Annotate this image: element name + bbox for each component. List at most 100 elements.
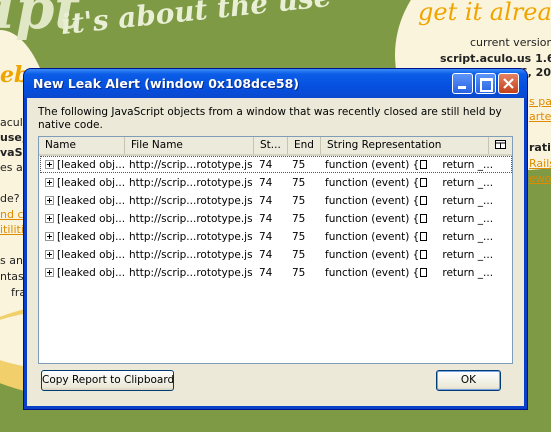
dialog-title: New Leak Alert (window 0x108dce58) bbox=[33, 76, 299, 91]
tree-row[interactable]: [leaked obj... http://scrip...rototype.js… bbox=[39, 192, 512, 210]
plus-box-icon[interactable] bbox=[45, 214, 54, 223]
bg-right-link[interactable]: s pag bbox=[529, 95, 551, 108]
control-char-box-icon bbox=[420, 196, 428, 205]
plus-box-icon[interactable] bbox=[45, 232, 54, 241]
tree-row[interactable]: [leaked obj... http://scrip...rototype.js… bbox=[39, 174, 512, 192]
plus-box-icon[interactable] bbox=[45, 160, 54, 169]
column-header-start[interactable]: St... bbox=[254, 137, 288, 154]
row-string-representation: function (event) { return _... bbox=[325, 210, 493, 228]
bg-right-text: ration bbox=[529, 141, 551, 154]
row-end-line: 75 bbox=[292, 231, 306, 243]
repr-text: function (event) { bbox=[325, 249, 420, 261]
control-char-box-icon bbox=[420, 232, 428, 241]
leak-alert-dialog: New Leak Alert (window 0x108dce58) The f… bbox=[24, 69, 527, 409]
repr-text: return _... bbox=[442, 231, 494, 243]
row-start-line: 74 bbox=[259, 195, 273, 207]
control-char-box-icon bbox=[420, 178, 428, 187]
row-name: [leaked obj... bbox=[57, 267, 126, 279]
tree-row[interactable]: [leaked obj... http://scrip...rototype.js… bbox=[39, 246, 512, 264]
row-name: [leaked obj... bbox=[57, 231, 126, 243]
row-file-name: http://scrip...rototype.js bbox=[129, 267, 253, 279]
row-string-representation: function (event) { return _... bbox=[325, 228, 493, 246]
bg-tagline: it's about the use bbox=[59, 0, 333, 42]
dialog-body: The following JavaScript objects from a … bbox=[27, 98, 524, 406]
row-string-representation: function (event) {return _... bbox=[325, 156, 493, 174]
row-name: [leaked obj... bbox=[57, 159, 126, 171]
tree-row[interactable]: [leaked obj... http://scrip...rototype.js… bbox=[39, 156, 512, 174]
row-string-representation: function (event) {return _... bbox=[325, 174, 493, 192]
bg-right-link[interactable]: Rails bbox=[529, 157, 551, 170]
column-header-file-name[interactable]: File Name bbox=[125, 137, 254, 154]
title-bar[interactable]: New Leak Alert (window 0x108dce58) bbox=[24, 69, 527, 98]
row-start-line: 74 bbox=[259, 213, 273, 225]
repr-text: return _... bbox=[442, 177, 494, 189]
repr-text: function (event) { bbox=[325, 195, 420, 207]
bg-left-text: vaS bbox=[0, 146, 23, 159]
column-header-string-representation[interactable]: String Representation bbox=[321, 137, 489, 154]
row-end-line: 75 bbox=[292, 267, 306, 279]
bg-right-link[interactable]: ework bbox=[529, 172, 551, 185]
minimize-icon bbox=[458, 86, 466, 89]
bg-right-link[interactable]: arted bbox=[529, 110, 551, 123]
bg-current-version-label: current version bbox=[470, 36, 551, 49]
bg-left-text: ntas bbox=[0, 270, 24, 283]
row-file-name: http://scrip...rototype.js bbox=[129, 177, 253, 189]
ok-button[interactable]: OK bbox=[436, 370, 501, 391]
row-string-representation: function (event) { return _... bbox=[325, 192, 493, 210]
plus-box-icon[interactable] bbox=[45, 196, 54, 205]
minimize-button[interactable] bbox=[452, 73, 473, 94]
row-name: [leaked obj... bbox=[57, 177, 126, 189]
bg-promo-text[interactable]: get it alread bbox=[418, 0, 551, 26]
plus-box-icon[interactable] bbox=[45, 250, 54, 259]
row-end-line: 75 bbox=[292, 159, 306, 171]
row-name: [leaked obj... bbox=[57, 195, 126, 207]
repr-text: return _... bbox=[442, 159, 494, 171]
control-char-box-icon bbox=[420, 268, 428, 277]
tree-row[interactable]: [leaked obj... http://scrip...rototype.js… bbox=[39, 210, 512, 228]
row-string-representation: function (event) {return _... bbox=[325, 246, 493, 264]
bg-left-text: s an bbox=[0, 254, 23, 267]
row-string-representation: function (event) {return _... bbox=[325, 264, 493, 282]
maximize-button[interactable] bbox=[475, 73, 496, 94]
repr-text: return _... bbox=[442, 213, 494, 225]
repr-text: return _... bbox=[442, 195, 494, 207]
tree-header: Name File Name St... End String Represen… bbox=[39, 137, 512, 156]
leak-tree[interactable]: Name File Name St... End String Represen… bbox=[38, 136, 513, 364]
row-file-name: http://scrip...rototype.js bbox=[129, 195, 253, 207]
bg-left-text: es a bbox=[0, 161, 23, 174]
tree-row[interactable]: [leaked obj... http://scrip...rototype.js… bbox=[39, 228, 512, 246]
copy-report-button[interactable]: Copy Report to Clipboard bbox=[41, 370, 174, 391]
bg-version: script.aculo.us 1.6.4 bbox=[440, 52, 551, 65]
repr-text: function (event) { bbox=[325, 231, 420, 243]
control-char-box-icon bbox=[420, 214, 428, 223]
row-start-line: 74 bbox=[259, 177, 273, 189]
row-end-line: 75 bbox=[292, 213, 306, 225]
column-header-end[interactable]: End bbox=[288, 137, 321, 154]
row-start-line: 74 bbox=[259, 231, 273, 243]
bg-left-link[interactable]: nd c bbox=[0, 208, 24, 221]
row-end-line: 75 bbox=[292, 249, 306, 261]
bg-left-text: de? bbox=[0, 192, 20, 205]
row-file-name: http://scrip...rototype.js bbox=[129, 231, 253, 243]
bg-left-text: use, bbox=[0, 131, 27, 144]
row-start-line: 74 bbox=[259, 249, 273, 261]
column-header-name[interactable]: Name bbox=[39, 137, 125, 154]
control-char-box-icon bbox=[420, 160, 428, 169]
repr-text: function (event) { bbox=[325, 267, 420, 279]
plus-box-icon[interactable] bbox=[45, 178, 54, 187]
close-button[interactable] bbox=[498, 73, 519, 94]
close-icon bbox=[503, 78, 514, 89]
column-picker-icon[interactable] bbox=[494, 139, 508, 151]
row-start-line: 74 bbox=[259, 159, 273, 171]
row-end-line: 75 bbox=[292, 177, 306, 189]
control-char-box-icon bbox=[420, 250, 428, 259]
row-file-name: http://scrip...rototype.js bbox=[129, 213, 253, 225]
row-name: [leaked obj... bbox=[57, 213, 126, 225]
row-start-line: 74 bbox=[259, 267, 273, 279]
row-file-name: http://scrip...rototype.js bbox=[129, 159, 253, 171]
tree-row[interactable]: [leaked obj... http://scrip...rototype.js… bbox=[39, 264, 512, 282]
dialog-message: The following JavaScript objects from a … bbox=[38, 106, 502, 131]
plus-box-icon[interactable] bbox=[45, 268, 54, 277]
row-file-name: http://scrip...rototype.js bbox=[129, 249, 253, 261]
repr-text: function (event) { bbox=[325, 213, 420, 225]
